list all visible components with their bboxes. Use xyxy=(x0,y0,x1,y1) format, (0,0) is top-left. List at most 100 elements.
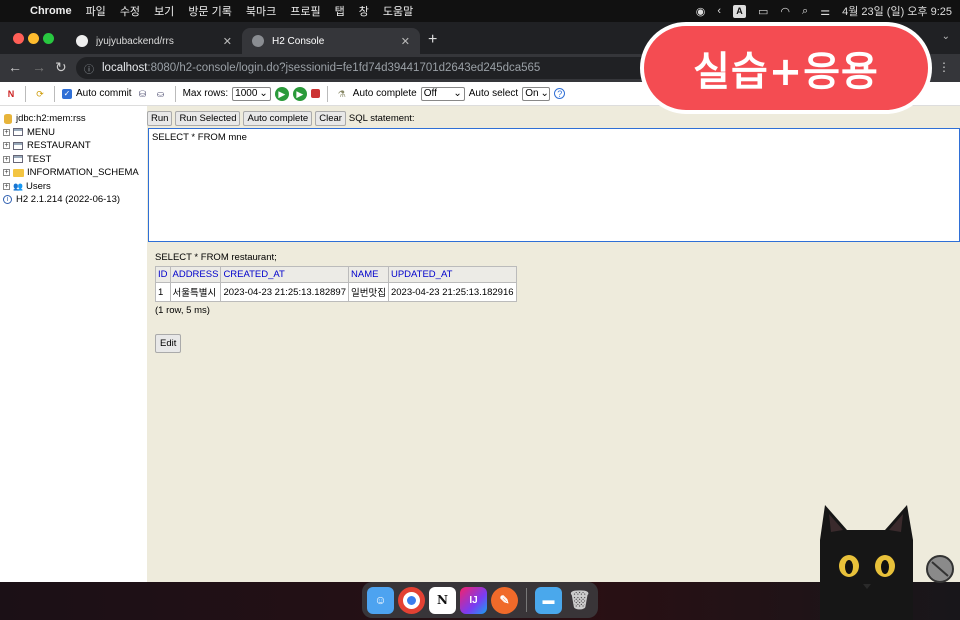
rollback-icon[interactable]: ⛀ xyxy=(154,87,168,101)
chevron-down-icon[interactable]: ⌄ xyxy=(942,31,950,42)
tree-item-users[interactable]: + 👥 Users xyxy=(0,180,147,194)
table-cell: 2023-04-23 21:25:13.182916 xyxy=(387,282,517,302)
toolbar-divider xyxy=(326,85,328,102)
edit-button[interactable]: Edit xyxy=(155,334,182,353)
close-icon[interactable]: ✕ xyxy=(401,35,410,48)
expand-icon[interactable]: + xyxy=(3,142,10,150)
history-icon[interactable]: ⚗ xyxy=(335,87,349,101)
reload-button[interactable]: ↻ xyxy=(55,59,67,76)
menu-profiles[interactable]: 프로필 xyxy=(290,3,320,19)
auto-select-label: Auto select xyxy=(468,88,519,99)
disconnect-icon[interactable]: N xyxy=(4,87,18,101)
window-close-button[interactable] xyxy=(13,33,24,44)
stop-recording-icon[interactable]: ◉ xyxy=(696,5,706,18)
dock: ☺ N IJ ✎ ▬ 🗑 xyxy=(362,582,598,618)
chevron-down-icon: ⌄ xyxy=(259,87,268,99)
auto-complete-select[interactable]: Off ⌄ xyxy=(420,86,465,101)
window-zoom-button[interactable] xyxy=(43,33,54,44)
commit-icon[interactable]: ⛁ xyxy=(136,87,150,101)
app-menu-chrome[interactable]: Chrome xyxy=(30,5,72,17)
clear-button[interactable]: Clear xyxy=(315,111,346,126)
practice-badge: 실습+응용 xyxy=(640,22,932,114)
run-selected-button[interactable]: Run Selected xyxy=(175,111,241,126)
menubar-datetime[interactable]: 4월 23일 (일) 오후 9:25 xyxy=(842,3,952,19)
new-tab-button[interactable]: + xyxy=(428,31,437,49)
tree-item-restaurant[interactable]: + RESTAURANT xyxy=(0,139,147,153)
notion-icon[interactable]: N xyxy=(429,586,456,614)
menu-view[interactable]: 보기 xyxy=(154,3,174,19)
tab-h2-console[interactable]: H2 Console ✕ xyxy=(242,28,420,54)
sql-button-row: Run Run Selected Auto complete Clear SQL… xyxy=(147,110,415,127)
expand-icon[interactable]: + xyxy=(3,128,10,136)
back-button[interactable]: ← xyxy=(8,59,22,75)
window-minimize-button[interactable] xyxy=(28,33,39,44)
menu-history[interactable]: 방문 기록 xyxy=(188,3,232,19)
forward-button[interactable]: → xyxy=(32,59,46,75)
cat-avatar xyxy=(820,505,913,620)
dock-divider xyxy=(526,588,527,612)
chevron-left-icon[interactable]: ‹ xyxy=(717,5,721,17)
result-summary: (1 row, 5 ms) xyxy=(155,305,210,316)
result-table: ID ADDRESS CREATED_AT NAME UPDATED_AT 1 … xyxy=(155,266,517,302)
table-cell: 서울특별시 xyxy=(169,282,222,302)
url-host: localhost xyxy=(102,62,148,74)
menu-edit[interactable]: 수정 xyxy=(120,3,140,19)
intellij-icon[interactable]: IJ xyxy=(460,586,487,614)
tab-label: H2 Console xyxy=(272,35,325,47)
refresh-icon[interactable]: ⟳ xyxy=(33,87,47,101)
trash-icon[interactable]: 🗑 xyxy=(566,587,593,614)
close-icon[interactable]: ✕ xyxy=(223,35,232,48)
expand-icon[interactable]: + xyxy=(3,182,10,190)
postman-icon[interactable]: ✎ xyxy=(491,586,518,614)
battery-icon[interactable]: ▭ xyxy=(758,5,768,18)
tree-connection[interactable]: jdbc:h2:mem:rss xyxy=(0,112,147,126)
table-icon xyxy=(13,128,23,137)
input-source-icon[interactable]: A xyxy=(733,4,747,18)
menu-help[interactable]: 도움말 xyxy=(383,3,413,19)
search-icon[interactable]: ⌕ xyxy=(802,5,808,18)
tree-item-test[interactable]: + TEST xyxy=(0,153,147,167)
max-rows-select[interactable]: 1000 ⌄ xyxy=(232,86,271,101)
github-icon xyxy=(76,35,88,47)
wifi-icon[interactable]: ◠ xyxy=(780,5,790,18)
auto-select-value: On xyxy=(525,87,539,99)
table-cell: 일번맛집 xyxy=(348,282,389,302)
url-path: :8080/h2-console/login.do?jsessionid=fe1… xyxy=(147,62,541,74)
tree-item-information-schema[interactable]: + INFORMATION_SCHEMA xyxy=(0,166,147,180)
column-header[interactable]: CREATED_AT xyxy=(220,266,349,283)
globe-icon xyxy=(252,35,264,47)
tree-label: Users xyxy=(26,180,51,192)
stop-icon[interactable] xyxy=(310,89,320,98)
tree-label: MENU xyxy=(27,126,55,138)
run-selected-icon[interactable]: ▶ xyxy=(292,86,307,101)
control-center-icon[interactable]: ⚌ xyxy=(820,5,830,18)
table-cell: 1 xyxy=(155,282,171,302)
mouse-icon xyxy=(926,555,954,583)
column-header[interactable]: ADDRESS xyxy=(169,266,222,283)
menu-tab[interactable]: 탭 xyxy=(335,3,345,19)
max-rows-value: 1000 xyxy=(235,87,258,99)
run-icon[interactable]: ▶ xyxy=(274,86,289,101)
tab-github[interactable]: jyujyubackend/rrs ✕ xyxy=(66,28,242,54)
menu-window[interactable]: 창 xyxy=(359,3,369,19)
column-header[interactable]: UPDATED_AT xyxy=(387,266,517,283)
help-icon[interactable]: ? xyxy=(554,88,566,99)
chrome-icon[interactable] xyxy=(398,586,425,614)
sql-editor[interactable]: SELECT * FROM mne xyxy=(148,128,960,242)
menu-file[interactable]: 파일 xyxy=(86,3,106,19)
tree-item-menu[interactable]: + MENU xyxy=(0,126,147,140)
column-header[interactable]: ID xyxy=(155,266,171,283)
kebab-menu-icon[interactable]: ⋮ xyxy=(938,60,950,74)
menu-bookmarks[interactable]: 북마크 xyxy=(246,3,276,19)
auto-commit-checkbox[interactable]: ✓ xyxy=(62,88,72,99)
folder-icon[interactable]: ▬ xyxy=(535,586,562,614)
auto-select-select[interactable]: On ⌄ xyxy=(522,86,551,101)
column-header[interactable]: NAME xyxy=(348,266,389,283)
info-icon[interactable]: ⓘ xyxy=(84,61,94,76)
expand-icon[interactable]: + xyxy=(3,155,10,163)
finder-icon[interactable]: ☺ xyxy=(367,586,394,614)
auto-complete-button[interactable]: Auto complete xyxy=(243,111,313,126)
expand-icon[interactable]: + xyxy=(3,169,10,177)
run-button[interactable]: Run xyxy=(147,111,173,126)
auto-complete-label: Auto complete xyxy=(352,88,417,99)
